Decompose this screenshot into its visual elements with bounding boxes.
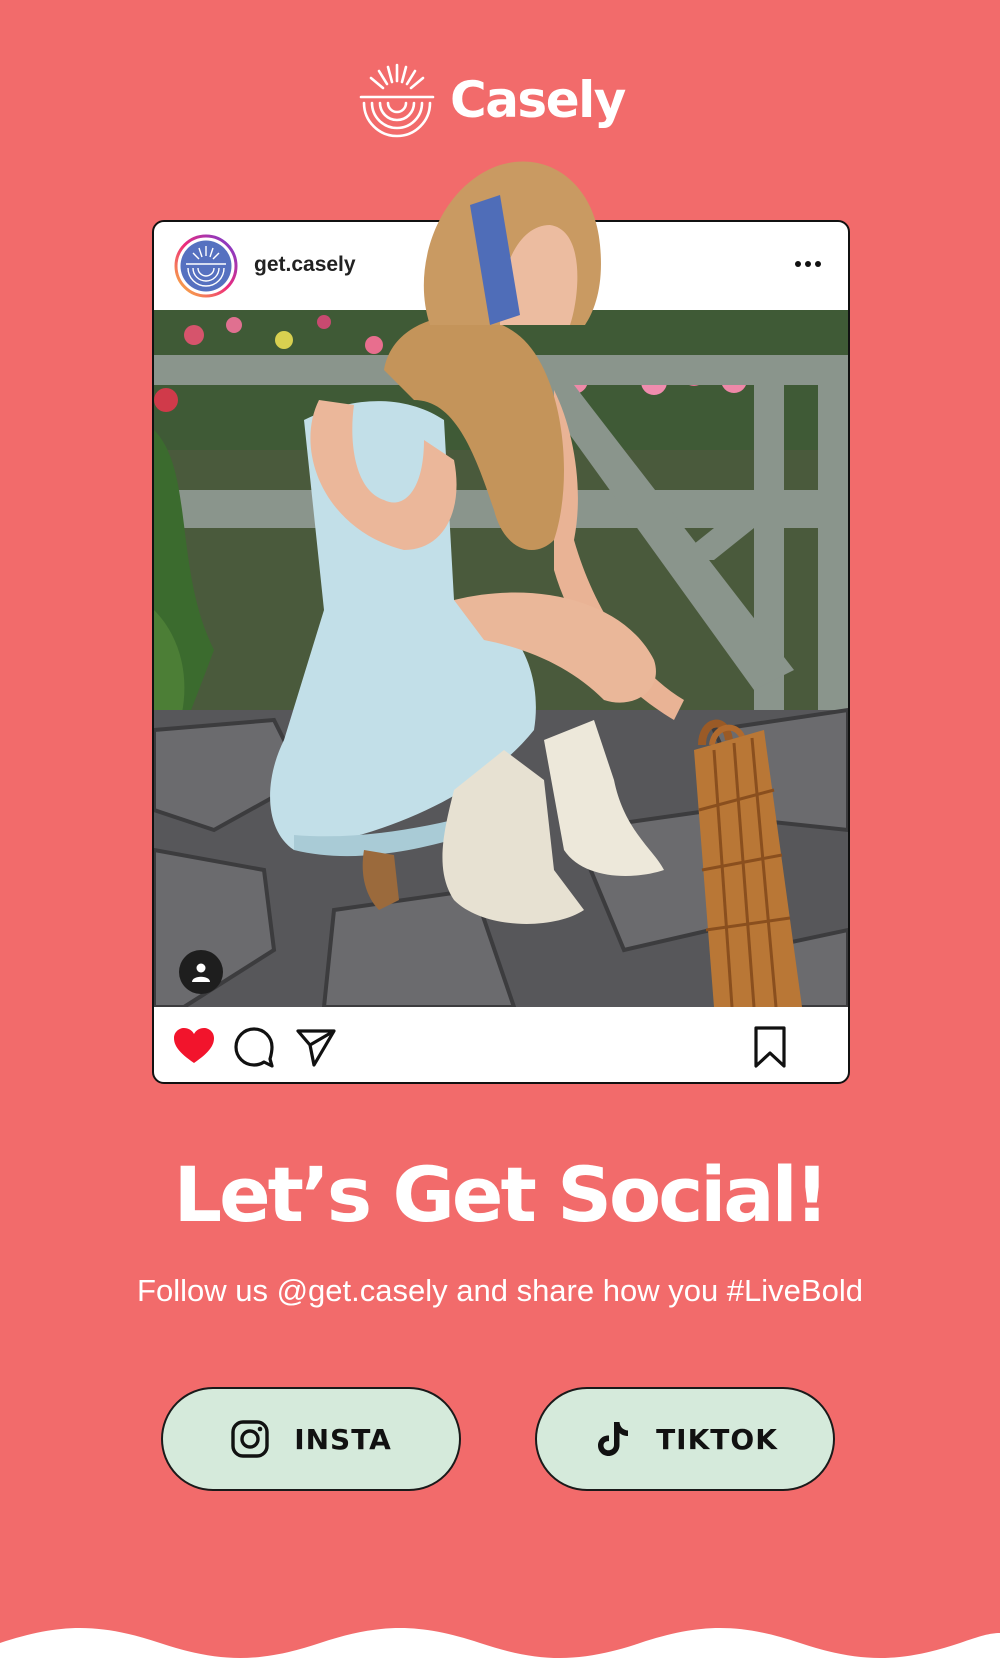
- post-header: get.casely: [154, 222, 848, 310]
- instagram-icon: [231, 1420, 269, 1458]
- bookmark-icon[interactable]: [748, 1025, 792, 1069]
- subheadline: Follow us @get.casely and share how you …: [137, 1273, 863, 1308]
- tiktok-button-label: TIKTOK: [656, 1422, 778, 1456]
- profile-avatar[interactable]: [174, 234, 238, 298]
- tiktok-button[interactable]: TIKTOK: [535, 1387, 835, 1491]
- insta-button[interactable]: INSTA: [161, 1387, 461, 1491]
- headline: Let’s Get Social!: [173, 1150, 830, 1239]
- heart-icon[interactable]: [172, 1025, 216, 1069]
- comment-bubble-icon[interactable]: [232, 1025, 276, 1069]
- tiktok-icon: [598, 1422, 629, 1456]
- post-handle[interactable]: get.casely: [254, 253, 356, 277]
- wave-divider: [0, 1603, 1000, 1663]
- email-canvas: Casely get.casely Let’s Get Social! Foll…: [0, 0, 1000, 1663]
- instagram-post-card: get.casely: [152, 220, 850, 1084]
- brand-logo[interactable]: Casely: [358, 60, 626, 140]
- paper-plane-icon[interactable]: [294, 1025, 338, 1069]
- post-photo[interactable]: [154, 310, 848, 1007]
- brand-name: Casely: [450, 71, 626, 129]
- sunrise-arcs-icon: [359, 63, 435, 138]
- insta-button-label: INSTA: [294, 1422, 392, 1456]
- person-icon[interactable]: [179, 950, 223, 994]
- post-action-bar: [154, 1007, 848, 1082]
- more-dots-icon[interactable]: [790, 250, 826, 278]
